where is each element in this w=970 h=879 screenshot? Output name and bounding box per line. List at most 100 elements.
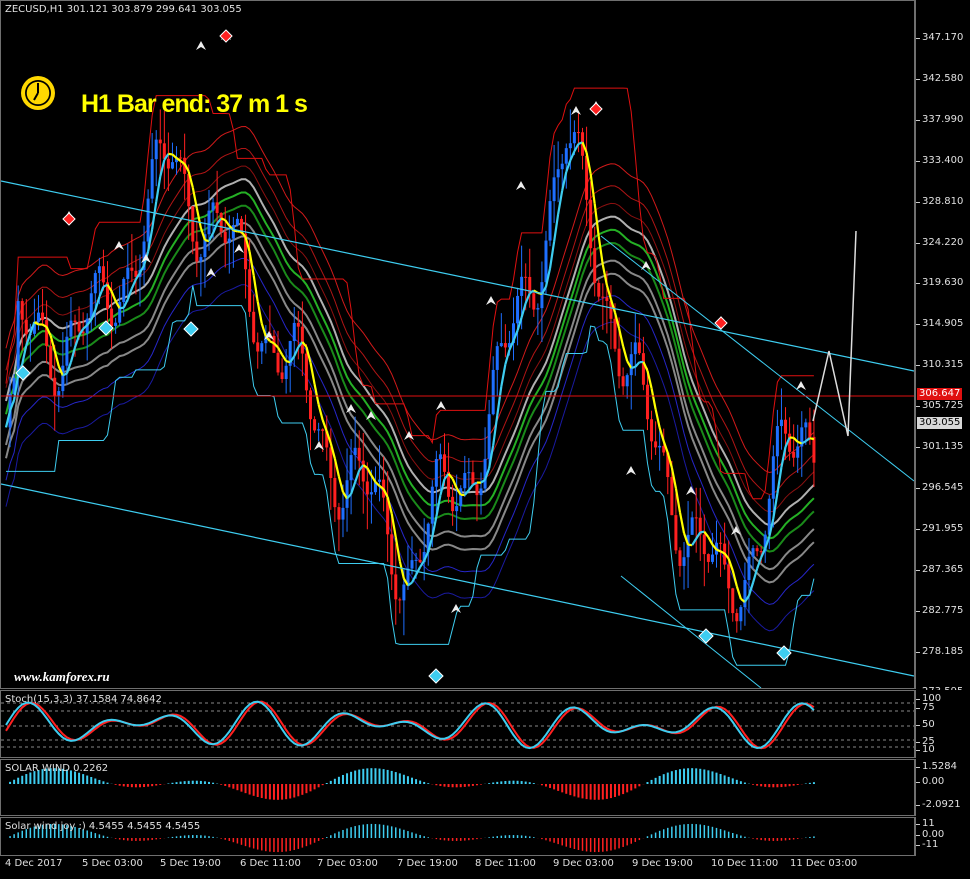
candle-body	[792, 451, 796, 458]
price-tick: 342.580	[915, 72, 964, 84]
candle-body	[479, 488, 483, 496]
signal-line-segment	[370, 474, 377, 483]
symbol-info: ZECUSD,H1 301.121 303.879 299.641 303.05…	[5, 4, 242, 15]
candle-body	[248, 269, 252, 312]
candle-body	[110, 308, 114, 326]
candle-body	[784, 419, 788, 434]
candle-body	[702, 534, 706, 555]
candle-body	[536, 308, 540, 310]
candle-body	[219, 212, 223, 232]
candle-body	[223, 231, 227, 243]
signal-line-segment	[805, 437, 811, 443]
ma-ribbon-line	[5, 191, 815, 540]
candle-body	[438, 454, 442, 460]
candle-body	[735, 613, 739, 622]
candle-body	[313, 419, 317, 431]
candle-body	[601, 296, 605, 298]
price-tag-current: 303.055	[917, 417, 963, 429]
arrow-marker	[486, 296, 496, 305]
main-chart-pane[interactable]: ZECUSD,H1 301.121 303.879 299.641 303.05…	[0, 0, 915, 689]
arrow-marker	[571, 106, 581, 115]
candle-body	[641, 353, 645, 385]
price-tag-red: 306.647	[917, 388, 963, 400]
candle-body	[694, 517, 698, 519]
signal-line-segment	[658, 427, 665, 442]
candle-body	[398, 599, 402, 601]
candle-body	[126, 267, 130, 279]
candle-body	[564, 148, 568, 164]
signal-line-segment	[605, 284, 612, 300]
candle-body	[252, 311, 256, 343]
candle-body	[576, 132, 580, 134]
candle-body	[459, 488, 463, 507]
signal-line-segment	[333, 458, 340, 477]
candle-body	[300, 326, 304, 354]
signal-line-segment	[224, 219, 231, 227]
signal-line-segment	[797, 440, 803, 445]
signal-line-segment	[354, 469, 361, 483]
solar-wind-label: SOLAR WIND 0.2262	[5, 763, 109, 774]
stoch-pane[interactable]: Stoch(15,3,3) 37.1584 74.8642	[0, 690, 915, 758]
signal-line-segment	[168, 152, 173, 156]
candle-body	[520, 276, 524, 296]
signal-line-segment	[463, 489, 470, 496]
signal-line-segment	[597, 236, 604, 266]
candle-body	[365, 481, 369, 495]
candle-body	[329, 447, 333, 478]
ma-ribbon-line	[5, 284, 815, 632]
ma-ribbon-line	[5, 148, 815, 496]
price-tick: 305.725	[915, 400, 964, 412]
candle-body	[759, 551, 763, 553]
candle-body	[402, 584, 406, 601]
candle-body	[309, 390, 312, 420]
time-tick: 8 Dec 11:00	[475, 858, 536, 869]
candle-body	[20, 301, 24, 320]
candle-body	[101, 266, 105, 283]
candle-body	[710, 554, 714, 562]
signal-line-segment	[617, 328, 625, 347]
signal-line-segment	[394, 536, 401, 562]
signal-line-segment	[569, 150, 576, 161]
arrow-marker	[196, 41, 206, 50]
solar-wind-pane[interactable]: SOLAR WIND 0.2262	[0, 759, 915, 816]
signal-line-segment	[337, 476, 345, 493]
solar-joy-pane[interactable]: Solar wind joy :) 4.5455 4.5455 4.5455	[0, 817, 915, 856]
time-tick: 6 Dec 11:00	[240, 858, 301, 869]
candle-body	[349, 455, 353, 481]
candle-body	[430, 486, 434, 524]
signal-line-segment	[792, 437, 799, 443]
signal-line-segment	[589, 173, 596, 204]
candle-body	[191, 206, 195, 242]
candle-body	[195, 241, 199, 262]
candle-body	[605, 297, 609, 301]
candle-body	[491, 369, 495, 415]
time-tick: 5 Dec 19:00	[160, 858, 221, 869]
clock-icon	[21, 76, 55, 110]
time-tick: 10 Dec 11:00	[711, 858, 779, 869]
time-axis: 4 Dec 2017 5 Dec 03:00 5 Dec 19:00 6 Dec 11…	[0, 856, 970, 879]
arrow-marker	[234, 244, 244, 253]
candle-body	[179, 157, 183, 159]
candle-body	[337, 507, 341, 520]
signal-line-segment	[780, 446, 787, 468]
candle-body	[455, 506, 459, 512]
candle-body	[24, 319, 28, 335]
signal-line-segment	[747, 582, 755, 596]
signal-line-segment	[735, 585, 742, 600]
arrow-marker	[516, 181, 526, 190]
candle-body	[77, 322, 81, 332]
candle-body	[796, 446, 800, 458]
stoch-label: Stoch(15,3,3) 37.1584 74.8642	[5, 694, 162, 705]
diamond-marker-red	[62, 212, 76, 226]
candle-body	[390, 534, 394, 575]
candle-body	[154, 139, 158, 160]
candle-body	[524, 276, 528, 278]
signal-line-segment	[398, 560, 405, 579]
candle-body	[61, 365, 65, 392]
projection-line	[812, 230, 857, 437]
candle-body	[658, 445, 662, 448]
signal-line-segment	[69, 346, 77, 363]
candle-body	[516, 295, 520, 324]
candle-body	[747, 556, 751, 580]
bar-timer: H1 Bar end: 37 m 1 s	[81, 90, 308, 118]
